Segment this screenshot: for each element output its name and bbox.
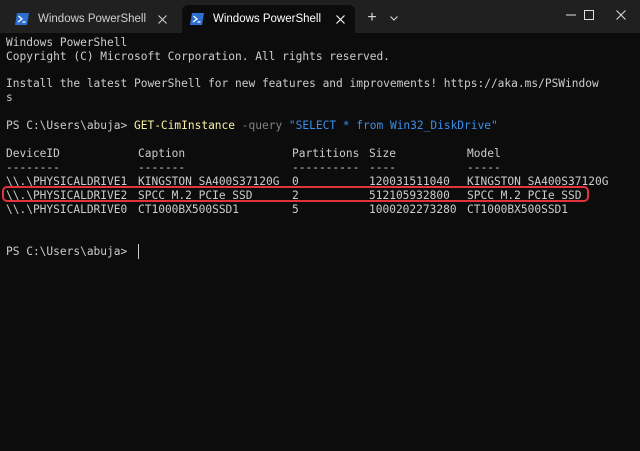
close-icon[interactable] <box>606 0 636 30</box>
column-header: Caption <box>138 147 186 160</box>
banner-line: s <box>6 91 13 104</box>
tab-dropdown-chevron-down-icon[interactable] <box>386 8 402 28</box>
prompt-line: PS C:\Users\abuja> <box>6 245 134 258</box>
command-line: PS C:\Users\abuja> GET-CimInstance -quer… <box>6 119 498 133</box>
column-underline: -------- <box>6 161 60 174</box>
tab-powershell-2[interactable]: Windows PowerShell <box>182 5 355 33</box>
tab-close-icon[interactable] <box>329 8 351 30</box>
cell-device-id: \\.\PHYSICALDRIVE0 <box>6 203 128 216</box>
cmdlet-name: GET-CimInstance <box>133 119 236 132</box>
column-header: Partitions <box>292 147 360 160</box>
banner-line: Windows PowerShell <box>6 36 128 49</box>
tab-close-icon[interactable] <box>151 8 173 30</box>
cell-size: 1000202273280 <box>369 203 457 216</box>
banner-line: Copyright (C) Microsoft Corporation. All… <box>6 50 390 63</box>
prompt: PS C:\Users\abuja> <box>6 119 134 132</box>
highlight-box <box>2 186 589 202</box>
column-underline: ----- <box>467 161 501 174</box>
title-bar: Windows PowerShell Windows PowerShell + <box>0 0 640 33</box>
column-header: Model <box>467 147 501 160</box>
maximize-icon[interactable] <box>574 0 604 30</box>
query-string: "SELECT * from Win32_DiskDrive" <box>288 119 498 132</box>
column-underline: ---------- <box>292 161 360 174</box>
new-tab-button[interactable]: + <box>362 8 382 28</box>
tab-label: Windows PowerShell <box>38 13 147 25</box>
cell-partitions: 5 <box>292 203 299 216</box>
column-header: DeviceID <box>6 147 60 160</box>
terminal-window: Windows PowerShell Windows PowerShell + <box>0 0 640 451</box>
column-header: Size <box>369 147 396 160</box>
tab-label: Windows PowerShell <box>213 13 322 25</box>
cell-caption: CT1000BX500SSD1 <box>138 203 240 216</box>
powershell-icon <box>15 13 29 25</box>
cell-model: CT1000BX500SSD1 <box>467 203 569 216</box>
cmdlet-parameter: -query <box>235 119 289 132</box>
terminal-output[interactable]: Windows PowerShell Copyright (C) Microso… <box>0 33 640 451</box>
banner-line: Install the latest PowerShell for new fe… <box>6 77 599 90</box>
column-underline: ---- <box>369 161 396 174</box>
powershell-icon <box>190 13 204 25</box>
text-cursor <box>138 244 139 259</box>
tab-powershell-1[interactable]: Windows PowerShell <box>7 5 177 33</box>
scrollbar[interactable] <box>632 33 638 451</box>
column-underline: ------- <box>138 161 186 174</box>
